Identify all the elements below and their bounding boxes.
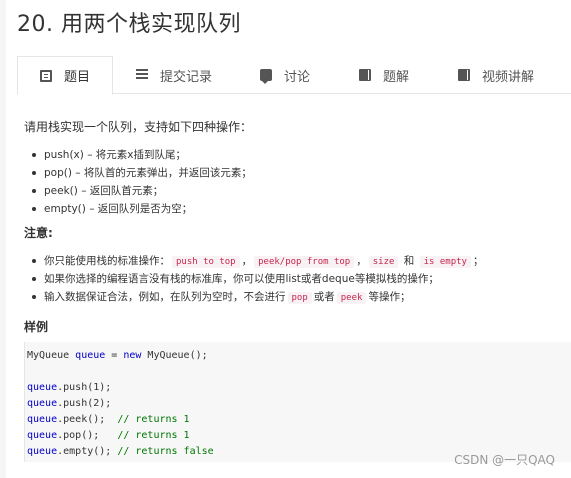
code-line: queue.push(2); [27, 396, 571, 412]
tab-discussion[interactable]: 讨论 [260, 56, 310, 94]
tab-video[interactable]: 视频讲解 [458, 56, 534, 94]
notes-list: 你只能使用栈的标准操作： push to top， peek/pop from to… [30, 252, 483, 306]
list-icon [136, 69, 148, 81]
code-line: queue.peek(); // returns 1 [27, 412, 571, 428]
code-comment: // returns false [117, 446, 214, 457]
code-token: MyQueue [27, 350, 76, 361]
note-text: ， [356, 255, 367, 267]
page-title: 20. 用两个栈实现队列 [17, 12, 241, 37]
inline-code: is empty [419, 256, 471, 268]
left-rail [0, 0, 6, 478]
code-line: queue.push(1); [27, 380, 571, 396]
code-token: queue [27, 414, 58, 425]
code-line: MyQueue queue = new MyQueue(); [27, 348, 571, 364]
code-block: MyQueue queue = new MyQueue(); queue.push… [24, 342, 571, 462]
tab-submissions[interactable]: 提交记录 [136, 56, 212, 94]
tab-label: 题目 [64, 70, 91, 85]
inline-code: push to top [172, 256, 240, 268]
video-book-icon [458, 69, 470, 81]
code-comment: // returns 1 [117, 430, 190, 441]
chat-icon [260, 69, 272, 84]
tab-bar: 题目 提交记录 讨论 题解 视频讲解 [17, 56, 571, 95]
list-item: empty() – 返回队列是否为空； [30, 200, 252, 218]
tab-solutions[interactable]: 题解 [359, 56, 409, 94]
book-icon [359, 69, 371, 81]
code-token: .empty(); [57, 446, 118, 457]
code-token: = [105, 350, 124, 361]
code-token: queue [27, 446, 58, 457]
list-item: pop() – 将队首的元素弹出，并返回该元素； [30, 164, 252, 182]
code-token: .pop(); [57, 430, 118, 441]
note-text: 你只能使用栈的标准操作： [44, 255, 170, 267]
note-text: ； [472, 255, 484, 267]
tab-problem[interactable]: 题目 [17, 56, 113, 95]
note-text: 等操作； [368, 291, 411, 303]
code-token: .peek(); [57, 414, 118, 425]
code-line: queue.pop(); // returns 1 [27, 428, 571, 444]
code-token: new [123, 350, 142, 361]
code-token: .push(1); [57, 382, 112, 393]
code-token: queue [75, 350, 106, 361]
inline-code: peek [336, 292, 367, 304]
tab-label: 提交记录 [160, 69, 213, 85]
problem-intro: 请用栈实现一个队列，支持如下四种操作： [24, 120, 253, 134]
code-token: MyQueue(); [141, 350, 208, 361]
watermark: CSDN @一只QAQ [454, 453, 555, 467]
code-token: queue [27, 382, 58, 393]
tab-label: 题解 [383, 69, 410, 85]
tab-label: 视频讲解 [482, 69, 535, 85]
list-item: push(x) – 将元素x插到队尾； [30, 146, 252, 164]
list-item: 如果你选择的编程语言没有栈的标准库，你可以使用list或者deque等模拟栈的操… [30, 270, 483, 288]
inline-code: size [368, 256, 399, 268]
note-text: ， [241, 255, 253, 267]
example-heading: 样例 [24, 320, 49, 334]
code-comment: // returns 1 [117, 414, 190, 425]
note-text: 输入数据保证合法，例如，在队列为空时，不会进行 [44, 291, 286, 303]
list-item: 输入数据保证合法，例如，在队列为空时，不会进行 pop 或者 peek 等操作； [30, 288, 483, 306]
list-item: 你只能使用栈的标准操作： push to top， peek/pop from to… [30, 252, 483, 270]
code-token: queue [27, 430, 58, 441]
tab-label: 讨论 [284, 69, 311, 85]
note-text: 和 [403, 255, 415, 267]
code-token: queue [27, 398, 58, 409]
inline-code: pop [287, 292, 312, 304]
document-icon [40, 69, 52, 82]
operations-list: push(x) – 将元素x插到队尾； pop() – 将队首的元素弹出，并返回… [30, 146, 252, 218]
code-token: .push(2); [57, 398, 112, 409]
list-item: peek() – 返回队首元素； [30, 182, 252, 200]
note-heading: 注意: [24, 226, 53, 240]
note-text: 或者 [313, 291, 335, 303]
inline-code: peek/pop from top [254, 256, 355, 268]
